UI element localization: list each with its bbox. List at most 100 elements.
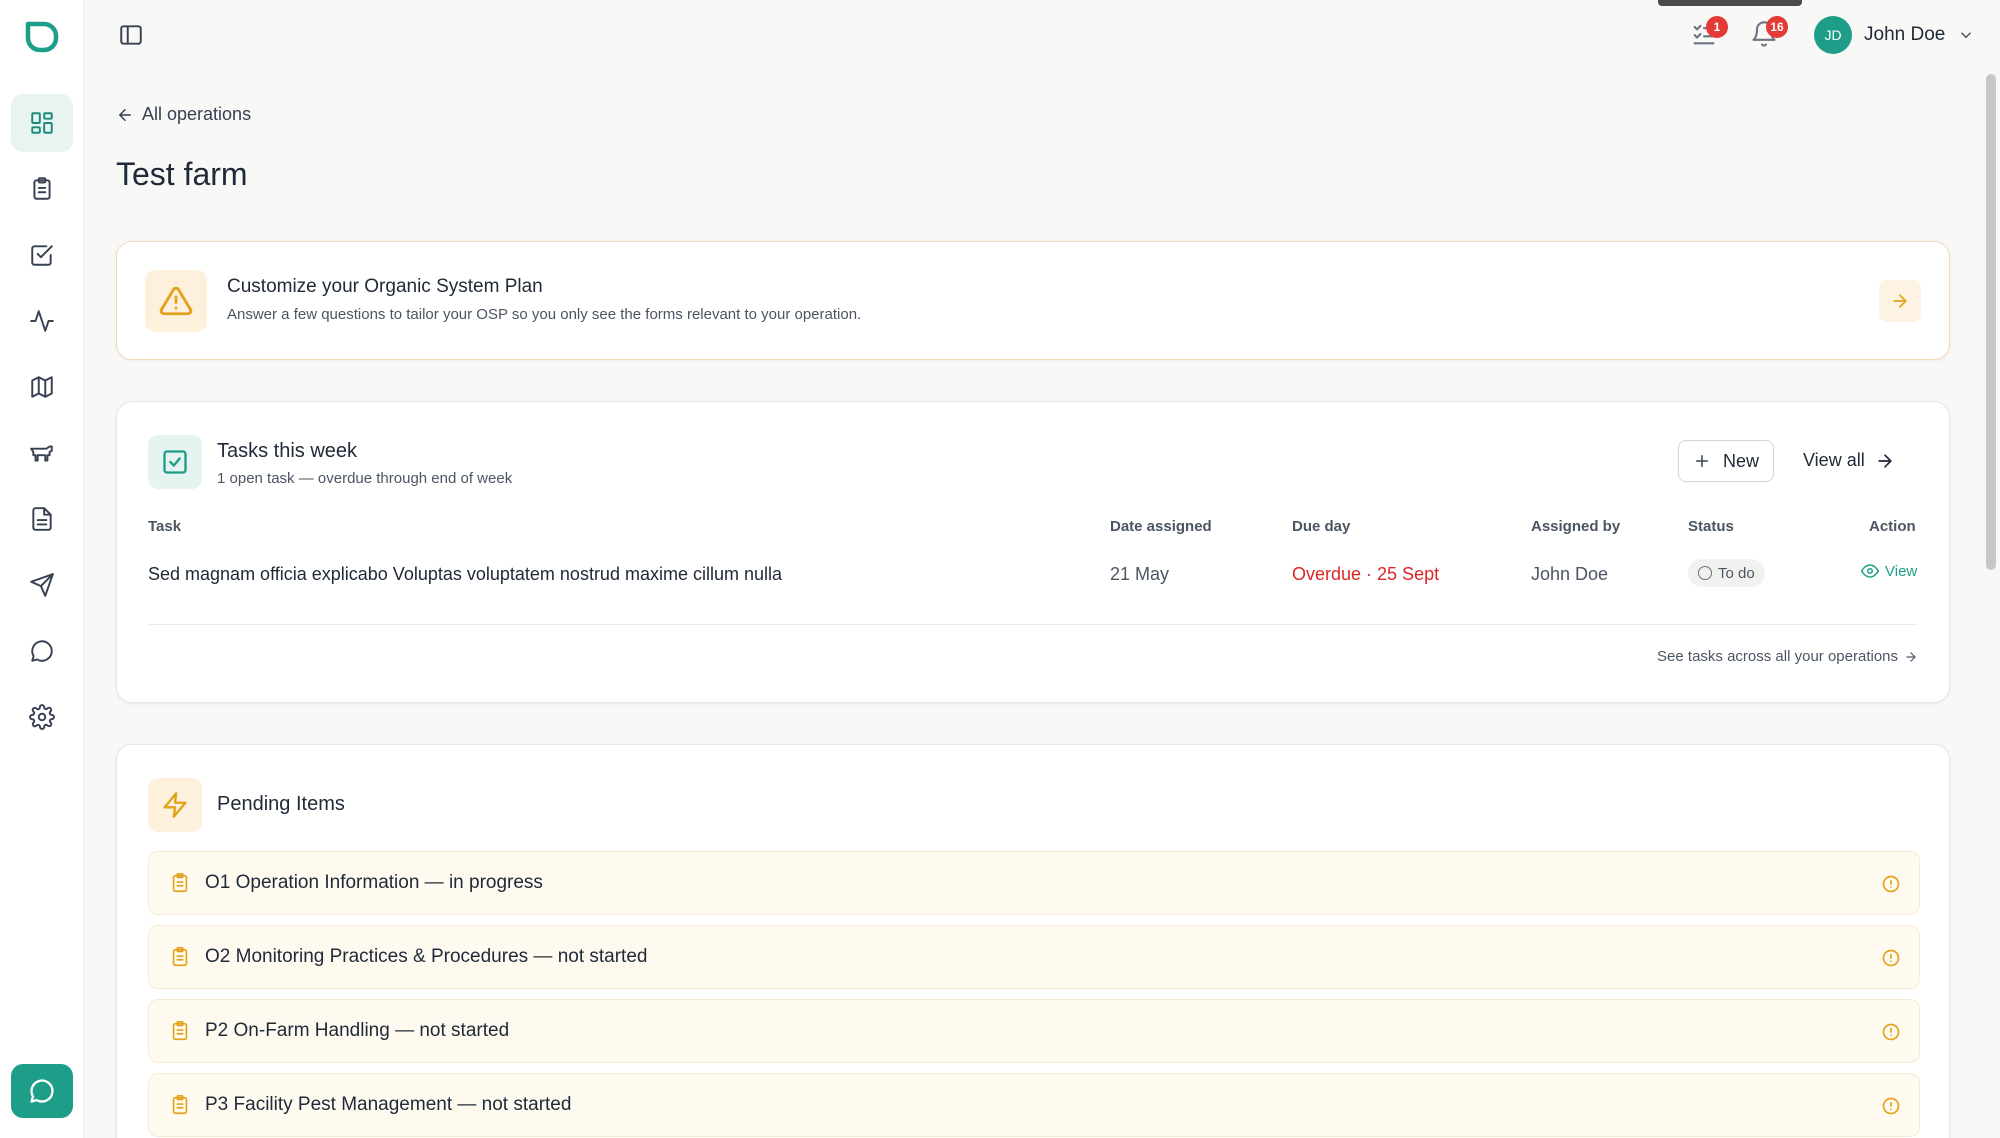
warning-icon xyxy=(159,286,193,316)
page-title: Test farm xyxy=(116,156,248,192)
tasks-badge: 1 xyxy=(1706,16,1728,38)
chat-button[interactable] xyxy=(11,1064,73,1118)
map-icon xyxy=(31,376,53,398)
pending-item-label: P3 Facility Pest Management — not starte… xyxy=(205,1094,572,1115)
tasks-notification-button[interactable]: 1 xyxy=(1690,16,1728,50)
pending-item-label: O1 Operation Information — in progress xyxy=(205,872,543,893)
view-task-label: View xyxy=(1885,562,1918,580)
alert-circle-icon xyxy=(1881,1096,1901,1116)
dashboard-icon xyxy=(31,112,53,134)
sidebar xyxy=(0,0,84,1138)
checkbox-icon xyxy=(163,450,187,474)
pending-item[interactable]: O2 Monitoring Practices & Procedures — n… xyxy=(148,925,1920,989)
pending-items-title: Pending Items xyxy=(217,793,345,815)
osp-banner-title: Customize your Organic System Plan xyxy=(227,276,543,297)
alert-circle-icon xyxy=(1881,874,1901,894)
sidebar-item-settings[interactable] xyxy=(11,688,73,746)
send-icon xyxy=(30,573,54,597)
new-task-label: New xyxy=(1723,450,1760,471)
arrow-right-icon xyxy=(1893,294,1907,308)
arrow-right-icon xyxy=(1906,651,1916,662)
sidebar-toggle-button[interactable] xyxy=(118,22,144,48)
alert-circle-icon xyxy=(1881,1022,1901,1042)
arrow-left-icon xyxy=(119,108,131,121)
clipboard-icon xyxy=(169,946,191,968)
top-tab-indicator xyxy=(1658,0,1802,6)
eye-icon xyxy=(1861,564,1879,578)
document-icon xyxy=(32,507,52,531)
column-header-action: Action xyxy=(1869,518,1916,535)
livestock-icon xyxy=(30,445,53,462)
sidebar-item-messages[interactable] xyxy=(11,622,73,680)
osp-banner-arrow-button[interactable] xyxy=(1879,280,1921,322)
pending-item[interactable]: P2 On-Farm Handling — not started xyxy=(148,999,1920,1063)
assigned-by-cell: John Doe xyxy=(1531,564,1609,584)
chat-icon xyxy=(30,1079,54,1103)
clipboard-icon xyxy=(169,872,191,894)
sidebar-item-map[interactable] xyxy=(11,358,73,416)
alert-circle-icon xyxy=(1881,948,1901,968)
pending-item[interactable]: P3 Facility Pest Management — not starte… xyxy=(148,1073,1920,1137)
new-task-button[interactable]: New xyxy=(1678,440,1775,482)
message-icon xyxy=(31,640,53,662)
pending-item-label: P2 On-Farm Handling — not started xyxy=(205,1020,510,1041)
back-link-label: All operations xyxy=(142,104,252,124)
tasks-card-title: Tasks this week xyxy=(217,440,358,462)
scrollbar[interactable] xyxy=(1986,74,1996,570)
osp-banner-description: Answer a few questions to tailor your OS… xyxy=(227,306,862,323)
date-assigned-cell: 21 May xyxy=(1110,564,1170,584)
activity-icon xyxy=(30,310,54,332)
tasks-card-subtitle: 1 open task — overdue through end of wee… xyxy=(217,470,513,487)
circle-icon xyxy=(1698,566,1712,580)
see-all-operations-tasks-link[interactable]: See tasks across all your operations xyxy=(1657,648,1918,665)
user-menu[interactable]: JD John Doe xyxy=(1814,16,1975,54)
pending-icon-box xyxy=(148,778,202,832)
clipboard-icon xyxy=(169,1020,191,1042)
logo[interactable] xyxy=(22,18,60,56)
top-bar: 1 16 JD John Doe xyxy=(84,0,2000,70)
sidebar-item-dashboard[interactable] xyxy=(11,94,73,152)
divider xyxy=(148,624,1918,625)
status-label: To do xyxy=(1718,564,1755,582)
sidebar-item-activity[interactable] xyxy=(11,292,73,350)
view-all-tasks-link[interactable]: View all xyxy=(1803,450,1895,471)
chevron-down-icon xyxy=(1961,32,1972,39)
column-header-status: Status xyxy=(1688,518,1734,535)
column-header-assigned-by: Assigned by xyxy=(1531,518,1621,535)
app-root: 1 16 JD John Doe All operations Test far… xyxy=(0,0,2000,1138)
checkbox-icon xyxy=(31,245,53,266)
tasks-this-week-card: Tasks this week 1 open task — overdue th… xyxy=(116,401,1950,703)
see-tasks-label: See tasks across all your operations xyxy=(1657,648,1898,665)
user-name: John Doe xyxy=(1864,24,1946,45)
sidebar-item-tasks[interactable] xyxy=(11,226,73,284)
status-badge: To do xyxy=(1688,559,1765,587)
sidebar-item-send[interactable] xyxy=(11,556,73,614)
panel-left-icon xyxy=(120,25,142,45)
column-header-due-day: Due day xyxy=(1292,518,1351,535)
pending-item[interactable]: O1 Operation Information — in progress xyxy=(148,851,1920,915)
view-all-label: View all xyxy=(1803,450,1865,470)
sidebar-item-documents[interactable] xyxy=(11,490,73,548)
clipboard-icon xyxy=(169,1094,191,1116)
task-name-cell[interactable]: Sed magnam officia explicabo Voluptas vo… xyxy=(148,564,782,585)
tasks-icon-box xyxy=(148,435,202,489)
clipboard-icon xyxy=(33,177,51,200)
arrow-right-icon xyxy=(1878,453,1892,468)
osp-customize-banner[interactable]: Customize your Organic System Plan Answe… xyxy=(116,241,1950,360)
settings-icon xyxy=(29,704,55,730)
notifications-badge: 16 xyxy=(1766,16,1788,38)
column-header-task: Task xyxy=(148,518,182,535)
plus-icon xyxy=(1696,455,1708,467)
column-header-date-assigned: Date assigned xyxy=(1110,518,1212,535)
notifications-button[interactable]: 16 xyxy=(1750,16,1788,50)
pending-items-card: Pending Items O1 Operation Information —… xyxy=(116,744,1950,1138)
view-task-button[interactable]: View xyxy=(1861,562,1917,580)
back-to-operations-link[interactable]: All operations xyxy=(116,104,251,125)
sidebar-item-livestock[interactable] xyxy=(11,424,73,482)
warning-icon-box xyxy=(145,270,207,332)
avatar: JD xyxy=(1814,16,1852,54)
pending-item-label: O2 Monitoring Practices & Procedures — n… xyxy=(205,946,648,967)
lightning-icon xyxy=(163,792,187,818)
sidebar-item-clipboard[interactable] xyxy=(11,160,73,218)
due-day-cell: Overdue · 25 Sept xyxy=(1292,564,1440,584)
